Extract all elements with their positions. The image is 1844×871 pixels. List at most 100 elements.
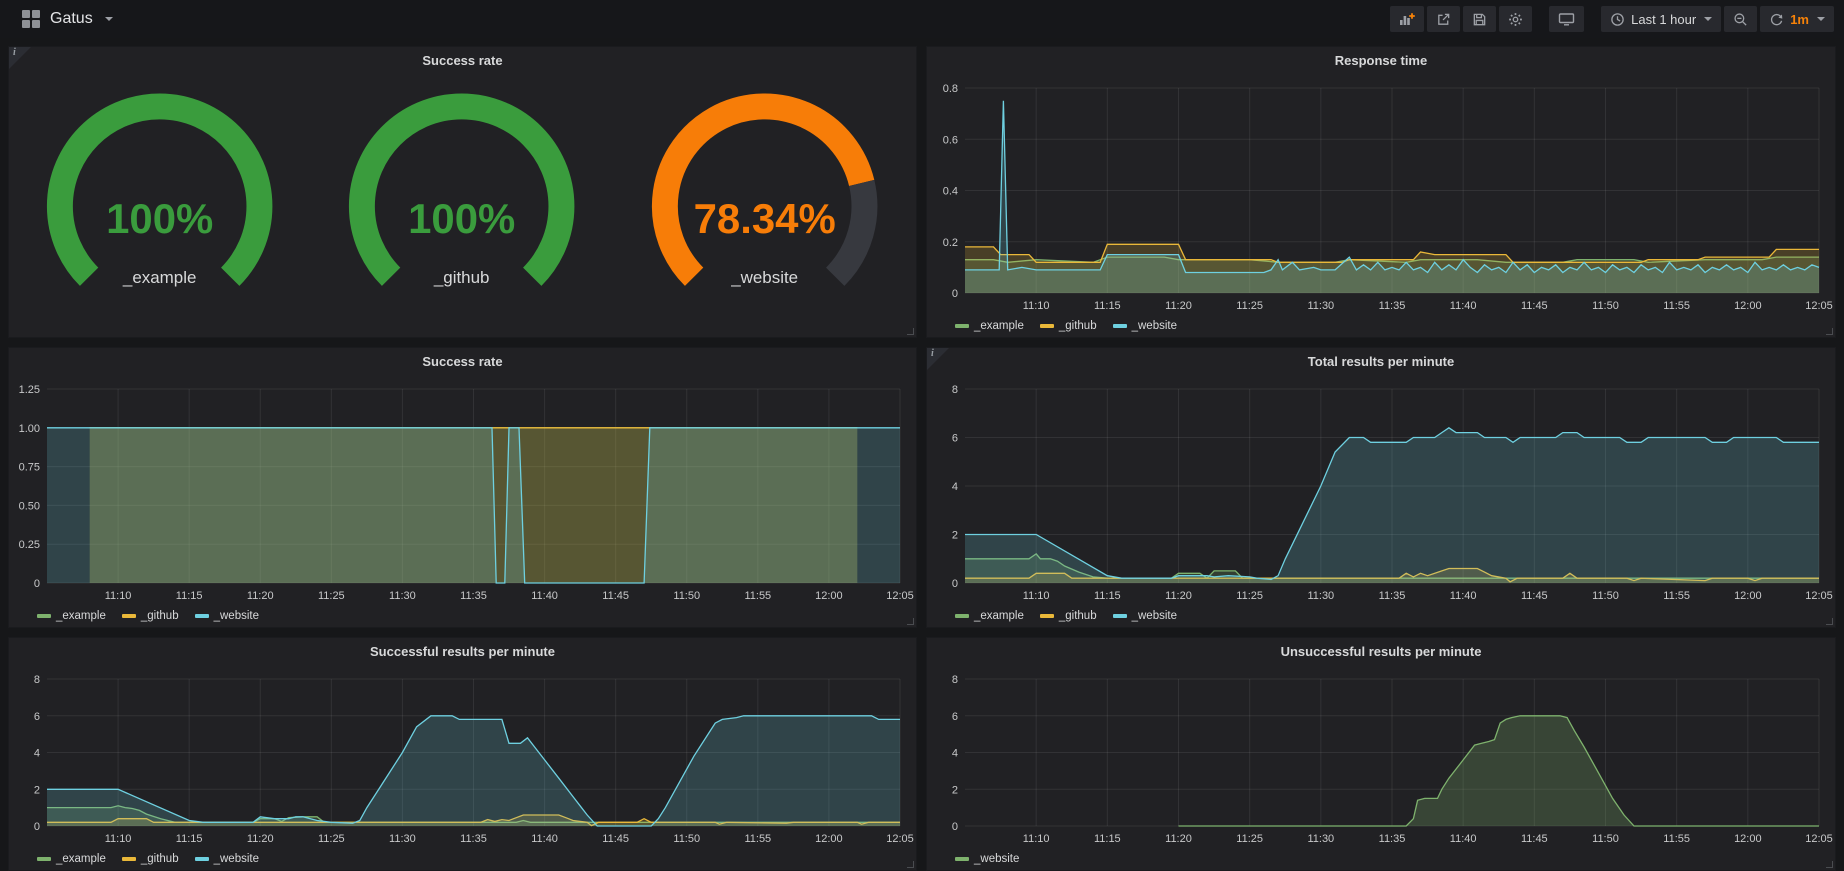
legend-item-_example[interactable]: _example	[37, 610, 106, 622]
legend-item-_website[interactable]: _website	[195, 610, 259, 622]
legend-color-dash	[1040, 614, 1054, 618]
dashboard-grid-icon[interactable]	[22, 10, 40, 28]
legend-series-name: _github	[141, 610, 179, 622]
legend-item-_github[interactable]: _github	[122, 610, 179, 622]
legend-series-name: _github	[141, 853, 179, 865]
x-tick-label: 12:05	[1805, 590, 1833, 602]
panel-resize-handle[interactable]	[1826, 618, 1833, 625]
panel-resize-handle[interactable]	[907, 328, 914, 335]
legend-series-name: _example	[56, 853, 106, 865]
x-tick-label: 11:10	[1023, 833, 1050, 845]
clock-icon	[1610, 12, 1625, 27]
x-tick-label: 11:45	[602, 590, 629, 602]
x-tick-label: 11:45	[1521, 590, 1548, 602]
x-tick-label: 11:35	[1379, 300, 1406, 312]
x-tick-label: 11:10	[105, 590, 132, 602]
gauge-label: _github	[433, 268, 490, 287]
successful-results-chart[interactable]: 0246811:1011:1511:2011:2511:3011:3511:40…	[9, 664, 916, 848]
y-tick-label: 0	[34, 821, 40, 833]
y-tick-label: 0.75	[19, 462, 40, 474]
info-icon[interactable]	[927, 348, 949, 370]
zoom-out-button[interactable]	[1724, 6, 1757, 32]
success-rate-chart[interactable]: 00.250.500.751.001.2511:1011:1511:2011:2…	[9, 374, 916, 605]
gauge-arc-remainder	[835, 183, 864, 277]
legend-item-_website[interactable]: _website	[1113, 610, 1177, 622]
grid-lines	[965, 679, 1819, 826]
panel-title[interactable]: Successful results per minute	[370, 644, 555, 659]
legend-item-_example[interactable]: _example	[955, 610, 1024, 622]
legend-item-_github[interactable]: _github	[1040, 320, 1097, 332]
panel-title[interactable]: Response time	[1335, 53, 1427, 68]
x-tick-label: 11:15	[176, 833, 203, 845]
gauge-label: _example	[122, 268, 197, 287]
legend-color-dash	[955, 857, 969, 861]
panel-resize-handle[interactable]	[907, 861, 914, 868]
legend-item-_github[interactable]: _github	[122, 853, 179, 865]
save-button[interactable]	[1463, 6, 1496, 32]
share-button[interactable]	[1427, 6, 1460, 32]
legend-color-dash	[955, 614, 969, 618]
legend-item-_example[interactable]: _example	[955, 320, 1024, 332]
x-tick-label: 11:50	[1592, 300, 1619, 312]
panel-title[interactable]: Unsuccessful results per minute	[1281, 644, 1482, 659]
y-tick-label: 0.2	[943, 237, 958, 249]
navbar: Gatus	[0, 0, 1844, 38]
panel-success-rate-timeseries: Success rate 00.250.500.751.001.2511:101…	[8, 347, 917, 628]
x-tick-label: 12:00	[815, 590, 843, 602]
unsuccessful-results-chart[interactable]: 0246811:1011:1511:2011:2511:3011:3511:40…	[927, 664, 1835, 848]
panel-title[interactable]: Success rate	[422, 53, 502, 68]
legend-series-name: _website	[1132, 610, 1177, 622]
x-tick-label: 11:15	[1094, 590, 1121, 602]
x-tick-label: 12:00	[1734, 833, 1762, 845]
x-tick-label: 11:45	[1521, 300, 1548, 312]
legend-series-name: _website	[974, 853, 1019, 865]
x-tick-label: 11:55	[1663, 833, 1690, 845]
add-panel-button[interactable]	[1390, 6, 1424, 32]
x-tick-label: 11:30	[389, 833, 416, 845]
gauge-svg: 78.34%_website	[614, 73, 916, 343]
refresh-button[interactable]: 1m	[1760, 6, 1834, 32]
time-range-picker[interactable]: Last 1 hour	[1601, 6, 1721, 32]
total-results-chart[interactable]: 0246811:1011:1511:2011:2511:3011:3511:40…	[927, 374, 1835, 605]
panel-resize-handle[interactable]	[1826, 861, 1833, 868]
x-tick-label: 11:35	[460, 590, 487, 602]
y-tick-label: 0.4	[943, 186, 958, 198]
legend-series-name: _example	[56, 610, 106, 622]
panel-unsuccessful-results: Unsuccessful results per minute 0246811:…	[926, 637, 1836, 871]
legend-color-dash	[122, 857, 136, 861]
x-tick-label: 11:10	[105, 833, 132, 845]
dashboard-title[interactable]: Gatus	[50, 10, 93, 28]
response-time-chart[interactable]: 00.20.40.60.811:1011:1511:2011:2511:3011…	[927, 73, 1835, 315]
grid-square	[22, 20, 30, 28]
x-tick-label: 11:35	[1379, 590, 1406, 602]
share-icon	[1436, 12, 1451, 27]
gear-icon	[1508, 12, 1523, 27]
x-tick-label: 11:15	[176, 590, 203, 602]
chevron-down-icon[interactable]	[105, 17, 113, 21]
legend-item-_website[interactable]: _website	[955, 853, 1019, 865]
y-tick-label: 6	[952, 711, 958, 723]
x-tick-label: 11:25	[318, 590, 345, 602]
x-tick-label: 11:50	[673, 833, 700, 845]
x-tick-label: 11:35	[1379, 833, 1406, 845]
legend-item-_website[interactable]: _website	[195, 853, 259, 865]
chart-legend: _example _github _website	[9, 605, 916, 627]
panel-title[interactable]: Success rate	[422, 354, 502, 369]
info-icon[interactable]	[9, 47, 31, 69]
legend-item-_example[interactable]: _example	[37, 853, 106, 865]
x-tick-label: 11:55	[1663, 300, 1690, 312]
panel-resize-handle[interactable]	[907, 618, 914, 625]
legend-item-_github[interactable]: _github	[1040, 610, 1097, 622]
panel-resize-handle[interactable]	[1826, 328, 1833, 335]
settings-button[interactable]	[1499, 6, 1532, 32]
legend-series-name: _github	[1059, 320, 1097, 332]
panel-title[interactable]: Total results per minute	[1308, 354, 1454, 369]
legend-item-_website[interactable]: _website	[1113, 320, 1177, 332]
tv-mode-button[interactable]	[1549, 6, 1584, 32]
y-tick-label: 2	[952, 784, 958, 796]
x-tick-label: 11:35	[460, 833, 487, 845]
y-tick-label: 8	[952, 384, 958, 396]
x-tick-label: 11:25	[1236, 590, 1263, 602]
gauge-website: 78.34%_website	[614, 73, 916, 343]
x-tick-label: 12:00	[815, 833, 843, 845]
